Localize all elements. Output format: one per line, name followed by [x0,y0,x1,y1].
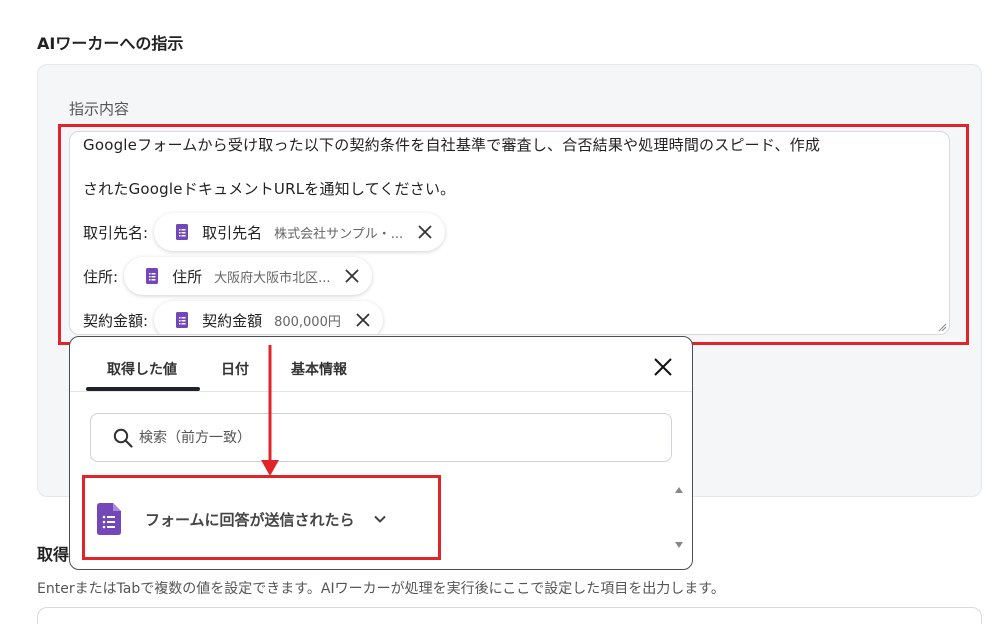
highlight-box-list-item [82,475,441,560]
search-input[interactable] [139,426,639,450]
tab-date[interactable]: 日付 [221,359,249,379]
output-hint: EnterまたはTabで複数の値を設定できます。AIワーカーが処理を実行後にここ… [37,581,725,597]
popup-tabs: 取得した値 日付 基本情報 [70,337,692,392]
search-icon [113,428,133,448]
tab-acquired-values[interactable]: 取得した値 [107,359,177,379]
search-field[interactable] [90,413,672,462]
highlight-box-instruction [58,124,969,345]
active-tab-indicator [86,387,200,391]
scroll-up-arrow[interactable] [675,487,683,493]
instruction-label: 指示内容 [69,100,130,118]
scroll-down-arrow[interactable] [675,542,683,548]
close-icon[interactable] [653,357,673,377]
output-input[interactable] [37,607,982,624]
tab-basic-info[interactable]: 基本情報 [291,359,347,379]
section-title: AIワーカーへの指示 [37,34,184,53]
